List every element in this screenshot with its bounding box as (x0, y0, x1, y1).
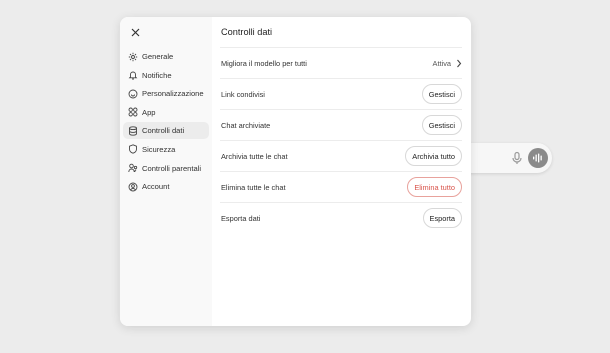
sidebar-item-label: Account (142, 182, 170, 192)
sidebar-item-label: Notifiche (142, 70, 172, 80)
settings-rows: Migliora il modello per tutti Attiva Lin… (220, 48, 462, 233)
setting-row-chat-archiviate: Chat archiviate Gestisci (220, 110, 462, 141)
row-label: Elimina tutte le chat (221, 182, 286, 192)
settings-modal: Generale Notifiche Personalizzazione App… (120, 17, 471, 326)
manage-shared-links-button[interactable]: Gestisci (421, 84, 462, 104)
sidebar-item-label: App (142, 107, 156, 117)
close-icon (131, 28, 139, 36)
sidebar-item-controlli-parentali[interactable]: Controlli parentali (123, 160, 209, 177)
voice-mode-button[interactable] (528, 148, 548, 168)
sidebar-item-label: Generale (142, 52, 174, 61)
sidebar-item-notifiche[interactable]: Notifiche (123, 67, 209, 84)
page-title: Controlli dati (221, 27, 273, 37)
settings-content: Controlli dati Migliora il modello per t… (220, 17, 462, 326)
setting-row-elimina-tutte: Elimina tutte le chat Elimina tutto (220, 172, 462, 203)
row-label: Link condivisi (221, 89, 265, 99)
waveform-icon (533, 153, 542, 163)
sidebar-item-sicurezza[interactable]: Sicurezza (123, 141, 209, 158)
setting-row-archivia-tutte: Archivia tutte le chat Archivia tutto (220, 141, 462, 172)
archive-all-button[interactable]: Archivia tutto (405, 146, 462, 166)
close-button[interactable] (129, 26, 141, 38)
row-label: Archivia tutte le chat (221, 151, 288, 161)
sidebar-item-generale[interactable]: Generale (123, 48, 209, 65)
palette-icon (128, 89, 138, 99)
row-label: Esporta dati (221, 213, 261, 223)
microphone-icon[interactable] (510, 151, 524, 165)
sidebar-item-controlli-dati[interactable]: Controlli dati (123, 122, 209, 140)
sidebar-item-label: Personalizzazione (142, 89, 204, 99)
sidebar-item-personalizzazione[interactable]: Personalizzazione (123, 85, 209, 102)
gear-icon (128, 52, 138, 62)
chevron-right-icon (456, 59, 462, 68)
setting-row-esporta-dati: Esporta dati Esporta (220, 203, 462, 233)
sidebar-item-label: Sicurezza (142, 144, 176, 154)
setting-row-link-condivisi: Link condivisi Gestisci (220, 79, 462, 110)
user-circle-icon (128, 182, 138, 192)
people-icon (128, 163, 138, 173)
sidebar-item-label: Controlli dati (142, 126, 185, 136)
status-text: Attiva (432, 58, 451, 68)
sidebar-item-label: Controlli parentali (142, 163, 202, 173)
apps-grid-icon (128, 107, 138, 117)
settings-sidebar: Generale Notifiche Personalizzazione App… (120, 17, 212, 326)
improve-model-toggle[interactable]: Attiva (433, 59, 462, 68)
row-label: Chat archiviate (221, 120, 271, 130)
settings-nav: Generale Notifiche Personalizzazione App… (123, 48, 209, 197)
sidebar-item-account[interactable]: Account (123, 178, 209, 195)
setting-row-migliora-modello: Migliora il modello per tutti Attiva (220, 48, 462, 79)
manage-archived-chats-button[interactable]: Gestisci (421, 115, 462, 135)
shield-icon (128, 144, 138, 155)
row-label: Migliora il modello per tutti (221, 58, 307, 68)
delete-all-button[interactable]: Elimina tutto (407, 177, 462, 197)
export-button[interactable]: Esporta (422, 208, 462, 228)
database-icon (128, 126, 138, 136)
bell-icon (128, 70, 138, 80)
sidebar-item-app[interactable]: App (123, 104, 209, 121)
